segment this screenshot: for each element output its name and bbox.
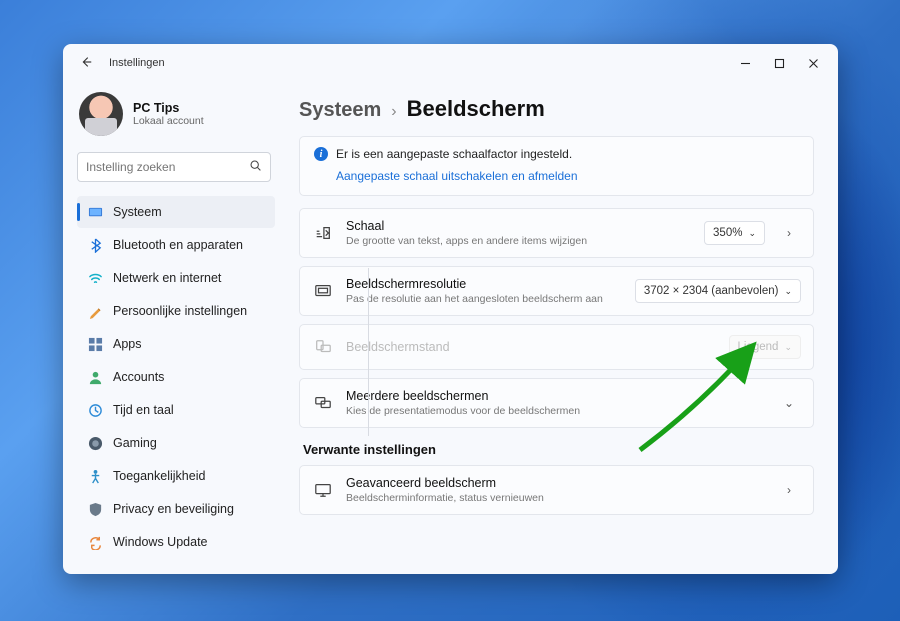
setting-title: Schaal (346, 219, 692, 233)
setting-scale[interactable]: Schaal De grootte van tekst, apps en and… (299, 208, 814, 258)
chevron-down-icon: ⌄ (784, 286, 792, 297)
search-box[interactable] (77, 152, 271, 182)
main-content: Systeem › Beeldscherm i Er is een aangep… (283, 82, 838, 574)
search-input[interactable] (86, 160, 249, 174)
sidebar-item-personalize[interactable]: Persoonlijke instellingen (77, 295, 275, 327)
minimize-button[interactable] (728, 49, 762, 77)
orientation-icon (312, 338, 334, 356)
sidebar-item-systeem[interactable]: Systeem (77, 196, 275, 228)
sidebar-item-apps[interactable]: Apps (77, 328, 275, 360)
sidebar-item-label: Privacy en beveiliging (113, 502, 234, 516)
back-button[interactable] (77, 55, 95, 72)
resolution-dropdown[interactable]: 3702 × 2304 (aanbevolen) ⌄ (635, 279, 801, 303)
sidebar-item-accessibility[interactable]: Toegankelijkheid (77, 460, 275, 492)
sidebar-item-update[interactable]: Windows Update (77, 526, 275, 558)
notice-text: Er is een aangepaste schaalfactor ingest… (336, 147, 572, 161)
setting-sub: De grootte van tekst, apps en andere ite… (346, 235, 692, 247)
bluetooth-icon (87, 237, 103, 253)
notice-link[interactable]: Aangepaste schaal uitschakelen en afmeld… (336, 169, 578, 183)
scale-dropdown[interactable]: 350% ⌄ (704, 221, 765, 245)
sidebar-item-label: Toegankelijkheid (113, 469, 205, 483)
chevron-down-icon[interactable]: ⌄ (777, 396, 801, 410)
sidebar-item-network[interactable]: Netwerk en internet (77, 262, 275, 294)
chevron-right-icon[interactable]: › (777, 483, 801, 497)
resolution-icon (312, 282, 334, 300)
avatar (79, 92, 123, 136)
privacy-icon (87, 501, 103, 517)
time-icon (87, 402, 103, 418)
setting-title: Geavanceerd beeldscherm (346, 476, 765, 490)
related-header: Verwante instellingen (303, 442, 814, 457)
page-title: Beeldscherm (407, 96, 545, 122)
breadcrumb: Systeem › Beeldscherm (293, 82, 814, 136)
chevron-down-icon: ⌄ (784, 342, 792, 353)
gaming-icon (87, 435, 103, 451)
update-icon (87, 534, 103, 550)
search-icon (249, 159, 262, 175)
info-notice: i Er is een aangepaste schaalfactor inge… (299, 136, 814, 196)
info-icon: i (314, 147, 328, 161)
profile-name: PC Tips (133, 101, 204, 115)
sidebar-item-accounts[interactable]: Accounts (77, 361, 275, 393)
sidebar-item-label: Systeem (113, 205, 162, 219)
accounts-icon (87, 369, 103, 385)
breadcrumb-parent[interactable]: Systeem (299, 99, 381, 122)
chevron-right-icon[interactable]: › (777, 226, 801, 240)
accessibility-icon (87, 468, 103, 484)
network-icon (87, 270, 103, 286)
system-icon (87, 204, 103, 220)
sidebar-item-label: Netwerk en internet (113, 271, 221, 285)
setting-title: Beeldschermresolutie (346, 277, 623, 291)
sidebar-item-label: Windows Update (113, 535, 208, 549)
setting-orientation: Beeldschermstand Liggend ⌄ (299, 324, 814, 370)
window-title: Instellingen (109, 57, 165, 69)
sidebar-item-label: Gaming (113, 436, 157, 450)
setting-advanced-display[interactable]: Geavanceerd beeldscherm Beeldscherminfor… (299, 465, 814, 515)
chevron-right-icon: › (391, 103, 396, 121)
setting-sub: Kies de presentatiemodus voor de beeldsc… (346, 405, 765, 417)
settings-window: Instellingen PC Tips Lokaal account (63, 44, 838, 574)
profile-block[interactable]: PC Tips Lokaal account (77, 82, 275, 152)
sidebar-item-privacy[interactable]: Privacy en beveiliging (77, 493, 275, 525)
setting-sub: Pas de resolutie aan het aangesloten bee… (346, 293, 623, 305)
setting-resolution[interactable]: Beeldschermresolutie Pas de resolutie aa… (299, 266, 814, 316)
setting-title: Meerdere beeldschermen (346, 389, 765, 403)
sidebar-item-label: Accounts (113, 370, 164, 384)
nav-list: Systeem Bluetooth en apparaten Netwerk e… (77, 196, 275, 558)
sidebar-item-label: Bluetooth en apparaten (113, 238, 243, 252)
profile-sub: Lokaal account (133, 115, 204, 127)
sidebar-item-time[interactable]: Tijd en taal (77, 394, 275, 426)
chevron-down-icon: ⌄ (748, 228, 756, 239)
maximize-button[interactable] (762, 49, 796, 77)
apps-icon (87, 336, 103, 352)
close-button[interactable] (796, 49, 830, 77)
setting-title: Beeldschermstand (346, 340, 717, 354)
sidebar-item-gaming[interactable]: Gaming (77, 427, 275, 459)
sidebar-item-label: Tijd en taal (113, 403, 174, 417)
personalize-icon (87, 303, 103, 319)
setting-sub: Beeldscherminformatie, status vernieuwen (346, 492, 765, 504)
monitor-icon (312, 481, 334, 499)
sidebar-item-bluetooth[interactable]: Bluetooth en apparaten (77, 229, 275, 261)
scale-icon (312, 224, 334, 242)
orientation-dropdown: Liggend ⌄ (729, 335, 801, 359)
multiple-displays-icon (312, 394, 334, 412)
sidebar-item-label: Apps (113, 337, 142, 351)
sidebar-item-label: Persoonlijke instellingen (113, 304, 247, 318)
setting-multiple-displays[interactable]: Meerdere beeldschermen Kies de presentat… (299, 378, 814, 428)
sidebar: PC Tips Lokaal account Systeem Bluetooth… (63, 82, 283, 574)
titlebar: Instellingen (63, 44, 838, 82)
